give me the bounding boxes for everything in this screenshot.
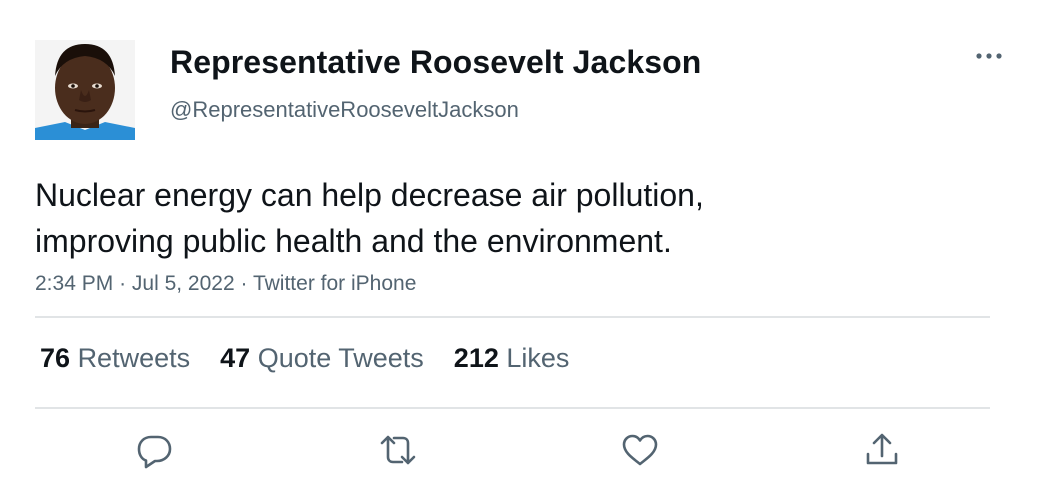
- tweet-date[interactable]: Jul 5, 2022: [132, 272, 235, 295]
- like-button[interactable]: [620, 430, 660, 470]
- tweet-source[interactable]: Twitter for iPhone: [253, 272, 416, 295]
- tweet-meta: 2:34 PM · Jul 5, 2022 · Twitter for iPho…: [35, 272, 416, 296]
- likes-stat[interactable]: 212 Likes: [454, 343, 570, 374]
- reply-icon: [137, 435, 172, 469]
- tweet-text-line: improving public health and the environm…: [35, 223, 672, 259]
- retweets-count: 76: [40, 343, 71, 373]
- retweet-icon: [380, 435, 416, 465]
- retweet-button[interactable]: [378, 430, 418, 470]
- likes-count: 212: [453, 343, 499, 373]
- avatar[interactable]: [35, 40, 135, 140]
- author-handle[interactable]: @RepresentativeRooseveltJackson: [170, 97, 519, 123]
- retweets-label: Retweets: [77, 343, 191, 373]
- author-display-name[interactable]: Representative Roosevelt Jackson: [170, 44, 701, 81]
- tweet-time[interactable]: 2:34 PM: [35, 272, 113, 295]
- tweet-text: Nuclear energy can help decrease air pol…: [35, 172, 935, 264]
- more-options-icon[interactable]: [972, 44, 1006, 68]
- reply-button[interactable]: [135, 430, 175, 470]
- avatar-image: [35, 40, 135, 140]
- tweet-stats: 76 Retweets 47 Quote Tweets 212 Likes: [40, 343, 569, 374]
- tweet-text-line: Nuclear energy can help decrease air pol…: [35, 177, 704, 213]
- divider: [35, 316, 990, 318]
- meta-separator: ·: [119, 272, 127, 295]
- meta-separator: ·: [240, 272, 248, 295]
- heart-icon: [622, 434, 658, 466]
- quote-tweets-count: 47: [220, 343, 251, 373]
- quote-tweets-label: Quote Tweets: [257, 343, 424, 373]
- likes-label: Likes: [506, 343, 570, 373]
- divider: [35, 407, 990, 409]
- quote-tweets-stat[interactable]: 47 Quote Tweets: [220, 343, 424, 374]
- share-button[interactable]: [862, 430, 902, 470]
- tweet-card: Representative Roosevelt Jackson @Repres…: [0, 0, 1050, 480]
- share-icon: [866, 433, 898, 465]
- retweets-stat[interactable]: 76 Retweets: [40, 343, 190, 374]
